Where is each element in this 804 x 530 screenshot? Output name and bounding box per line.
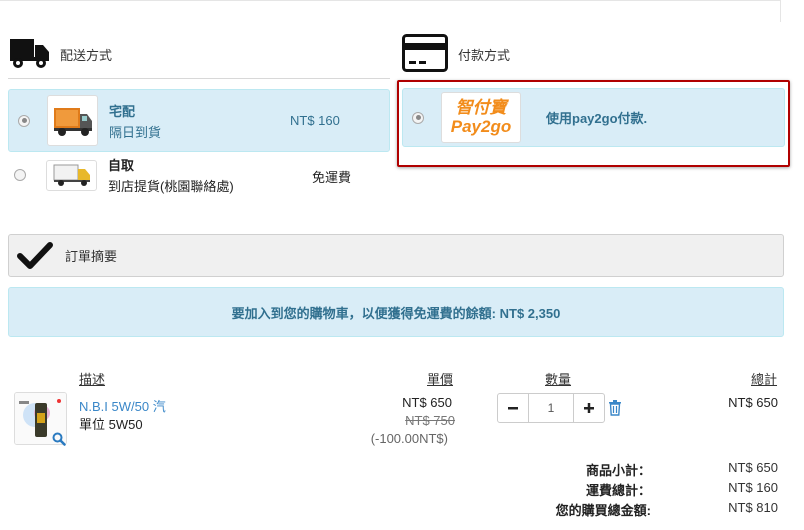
payment-option-pay2go[interactable]: 智付寶 Pay2go 使用pay2go付款.	[402, 88, 785, 147]
subtotal-label: 商品小計：	[585, 463, 651, 478]
line-total: NT$ 650	[728, 395, 778, 410]
shipping-pickup-desc: 到店提貨(桃園聯絡處)	[108, 179, 234, 194]
shipping-header: 配送方式	[10, 37, 112, 72]
free-shipping-notice: 要加入到您的購物車，以便獲得免運費的餘額: NT$ 2,350	[8, 287, 784, 337]
pay2go-logo-bottom: Pay2go	[450, 117, 512, 136]
truck-icon	[10, 37, 50, 72]
discount-amount: (-100.00NT$)	[370, 431, 448, 446]
truck-white-icon	[46, 159, 97, 191]
col-head-unit-price: 單價	[427, 372, 454, 387]
shipping-option-home[interactable]: 宅配 隔日到貨 NT$ 160	[8, 89, 390, 152]
right-border	[780, 0, 781, 22]
shipping-total-value: NT$ 160	[728, 480, 778, 495]
credit-card-icon	[402, 34, 448, 75]
plus-button[interactable]	[573, 393, 605, 423]
product-name-link[interactable]: N.B.I 5W/50 汽	[79, 396, 166, 415]
payment-title: 付款方式	[458, 48, 511, 63]
col-head-qty: 數量	[545, 372, 572, 387]
grand-total-label: 您的購買總金額:	[555, 503, 651, 518]
shipping-radio-pickup[interactable]	[14, 169, 26, 181]
product-unit: 單位 5W50	[79, 417, 143, 432]
col-head-desc: 描述	[79, 372, 106, 387]
col-head-total: 總計	[751, 372, 778, 387]
shipping-pickup-price: 免運費	[312, 170, 352, 185]
minus-icon	[508, 407, 518, 410]
magnifier-icon[interactable]	[52, 432, 66, 449]
old-price: NT$ 750	[405, 413, 455, 428]
order-summary-header: 訂單摘要	[8, 234, 784, 277]
shipping-home-text: 宅配 隔日到貨	[109, 101, 229, 141]
checkmark-icon	[17, 241, 53, 271]
grand-total-value: NT$ 810	[728, 500, 778, 515]
truck-orange-icon	[47, 95, 98, 146]
shipping-radio-home[interactable]	[18, 114, 30, 127]
pay2go-logo-top: 智付寶	[455, 98, 507, 117]
shipping-title: 配送方式	[60, 48, 113, 63]
unit-price: NT$ 650	[402, 395, 452, 410]
plus-icon	[584, 403, 594, 413]
shipping-pickup-name: 自取	[108, 158, 135, 173]
payment-header: 付款方式	[402, 34, 510, 75]
payment-option-label: 使用pay2go付款.	[546, 111, 648, 126]
pay2go-logo: 智付寶 Pay2go	[441, 92, 521, 143]
quantity-value[interactable]: 1	[529, 393, 573, 423]
top-border	[0, 0, 780, 1]
minus-button[interactable]	[497, 393, 529, 423]
order-summary-title: 訂單摘要	[65, 249, 118, 264]
shipping-total-label: 運費總計：	[585, 483, 651, 498]
quantity-stepper[interactable]: 1	[497, 393, 605, 423]
shipping-pickup-text: 自取 到店提貨(桃園聯絡處)	[108, 155, 308, 195]
shipping-home-price: NT$ 160	[290, 113, 340, 128]
shipping-home-desc: 隔日到貨	[109, 124, 162, 140]
payment-radio-pay2go[interactable]	[412, 111, 424, 124]
subtotal-value: NT$ 650	[728, 460, 778, 475]
shipping-option-pickup[interactable]: 自取 到店提貨(桃園聯絡處) 免運費	[8, 154, 390, 196]
trash-icon[interactable]	[608, 400, 622, 419]
shipping-home-name: 宅配	[109, 103, 136, 119]
shipping-divider	[8, 78, 390, 79]
